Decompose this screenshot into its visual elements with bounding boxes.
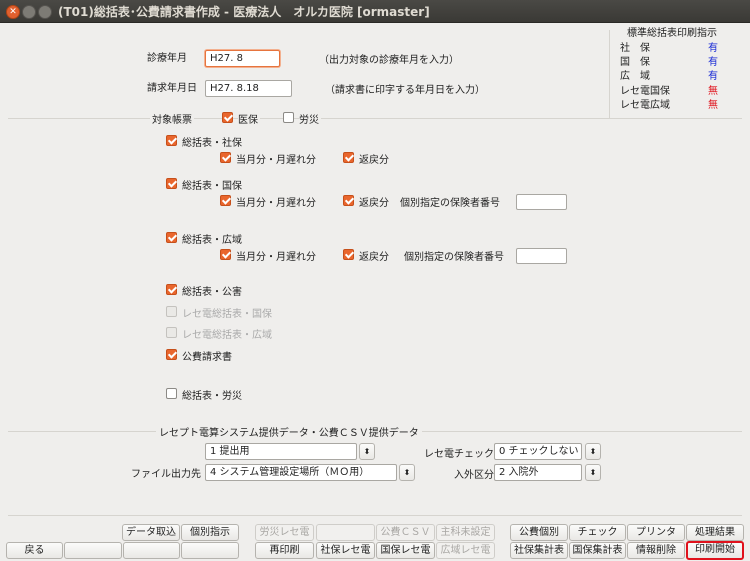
recheck-label: レセ電チェック (424, 449, 494, 460)
kokuho-rece-button[interactable]: 国保レセ電 (376, 542, 435, 559)
koiki-tougetsu-checkbox[interactable] (220, 249, 231, 260)
status-label-koiki: 広 域 (620, 71, 650, 82)
koiki-rece-button: 広域レセ電 (436, 542, 495, 559)
status-value-shaho: 有 (708, 43, 718, 54)
status-panel-title: 標準総括表印刷指示 (627, 28, 717, 39)
kouhi-kobetsu-button[interactable]: 公費個別 (510, 524, 568, 541)
kokuho-shukei-button[interactable]: 国保集計表 (569, 542, 626, 559)
divider-buttons (8, 515, 742, 516)
print-start-button[interactable]: 印刷開始 (686, 541, 744, 560)
close-icon[interactable]: ✕ (6, 5, 20, 19)
title-bar: ✕ (T01)総括表･公費請求書作成 - 医療法人 オルカ医院 [ormaste… (0, 0, 750, 23)
rousai-rece-button: 労災レセ電 (255, 524, 314, 541)
koiki-kobetsu-label: 個別指定の保険者番号 (404, 252, 504, 263)
rece-kokuho-label: レセ電総括表・国保 (182, 309, 272, 320)
nyugai-select[interactable]: 2 入院外 (494, 464, 582, 481)
blank-button-4[interactable] (181, 542, 239, 559)
shaho-tougetsu-label: 当月分・月遅れ分 (236, 155, 316, 166)
shaho-henrei-label: 返戻分 (359, 155, 389, 166)
koiki-tougetsu-label: 当月分・月遅れ分 (236, 252, 316, 263)
printer-button[interactable]: プリンタ (627, 524, 685, 541)
blank-button-3[interactable] (123, 542, 180, 559)
kokuho-tougetsu-checkbox[interactable] (220, 195, 231, 206)
status-value-rece-kokuho: 無 (708, 86, 718, 97)
koiki-checkbox[interactable] (166, 232, 177, 243)
koiki-henrei-checkbox[interactable] (343, 249, 354, 260)
kogai-checkbox[interactable] (166, 284, 177, 295)
shaho-rece-button[interactable]: 社保レセ電 (316, 542, 375, 559)
status-panel: 標準総括表印刷指示 社 保 有 国 保 有 広 域 有 レセ電国保 無 レセ電広… (610, 28, 742, 118)
data-import-button[interactable]: データ取込 (122, 524, 180, 541)
rosai-label: 労災 (299, 111, 321, 126)
nyugai-label: 入外区分 (454, 470, 494, 481)
file-spinner[interactable]: ⬍ (399, 464, 415, 481)
recheck-spinner[interactable]: ⬍ (585, 443, 601, 460)
status-value-koiki: 有 (708, 71, 718, 82)
koiki-label: 総括表・広域 (182, 235, 242, 246)
kokuho-kobetsu-input[interactable] (516, 194, 567, 210)
maximize-icon[interactable] (38, 5, 52, 19)
kouhi-checkbox[interactable] (166, 349, 177, 360)
kokuho-kobetsu-label: 個別指定の保険者番号 (400, 198, 500, 209)
shaho-checkbox[interactable] (166, 135, 177, 146)
minimize-icon[interactable] (22, 5, 36, 19)
shaho-label: 総括表・社保 (182, 138, 242, 149)
recheck-select[interactable]: 0 チェックしない (494, 443, 582, 460)
rece-koiki-label: レセ電総括表・広域 (182, 330, 272, 341)
blank-button-2[interactable] (64, 542, 122, 559)
iho-label: 医保 (238, 111, 260, 126)
shinryo-note: （出力対象の診療年月を入力） (319, 55, 459, 66)
rece-kokuho-checkbox (166, 306, 177, 317)
teikyo-spinner[interactable]: ⬍ (359, 443, 375, 460)
nyugai-spinner[interactable]: ⬍ (585, 464, 601, 481)
back-button[interactable]: 戻る (6, 542, 63, 559)
divider-top (8, 118, 742, 119)
status-value-rece-koiki: 無 (708, 100, 718, 111)
window-title: (T01)総括表･公費請求書作成 - 医療法人 オルカ医院 [ormaster] (58, 5, 430, 19)
kouhi-label: 公費請求書 (182, 352, 232, 363)
status-label-kokuho: 国 保 (620, 57, 650, 68)
status-label-rece-koiki: レセ電広域 (620, 100, 670, 111)
iho-checkbox[interactable] (222, 112, 233, 123)
kokuho-henrei-label: 返戻分 (359, 198, 389, 209)
status-label-shaho: 社 保 (620, 43, 650, 54)
kogai-label: 総括表・公害 (182, 287, 242, 298)
kokuho-henrei-checkbox[interactable] (343, 195, 354, 206)
main-ka-button: 主科未設定 (436, 524, 495, 541)
blank-button-1 (316, 524, 375, 541)
shinryo-input[interactable]: H27. 8 (205, 50, 280, 67)
shori-kekka-button[interactable]: 処理結果 (686, 524, 744, 541)
shaho-henrei-checkbox[interactable] (343, 152, 354, 163)
seikyu-note: （請求書に印字する年月日を入力） (325, 85, 485, 96)
info-delete-button[interactable]: 情報削除 (627, 542, 685, 559)
shinryo-label: 診療年月 (147, 53, 187, 64)
rosai-summary-label: 総括表・労災 (182, 391, 242, 402)
reprint-button[interactable]: 再印刷 (255, 542, 314, 559)
rosai-summary-checkbox[interactable] (166, 388, 177, 399)
rece-koiki-checkbox (166, 327, 177, 338)
csv-section-title: レセプト電算システム提供データ・公費ＣＳＶ提供データ (156, 424, 422, 439)
target-label: 対象帳票 (150, 111, 194, 126)
file-label: ファイル出力先 (131, 469, 201, 480)
kouhi-csv-button: 公費ＣＳＶ (376, 524, 435, 541)
kokuho-tougetsu-label: 当月分・月遅れ分 (236, 198, 316, 209)
seikyu-input[interactable]: H27. 8.18 (205, 80, 292, 97)
rosai-checkbox[interactable] (283, 112, 294, 123)
status-label-rece-kokuho: レセ電国保 (620, 86, 670, 97)
check-button[interactable]: チェック (569, 524, 626, 541)
shaho-tougetsu-checkbox[interactable] (220, 152, 231, 163)
shaho-shukei-button[interactable]: 社保集計表 (510, 542, 568, 559)
kokuho-label: 総括表・国保 (182, 181, 242, 192)
status-value-kokuho: 有 (708, 57, 718, 68)
file-select[interactable]: 4 システム管理設定場所（ＭＯ用） (205, 464, 397, 481)
kokuho-checkbox[interactable] (166, 178, 177, 189)
koiki-henrei-label: 返戻分 (359, 252, 389, 263)
kobetsu-shiji-button[interactable]: 個別指示 (181, 524, 239, 541)
teikyo-select[interactable]: 1 提出用 (205, 443, 357, 460)
koiki-kobetsu-input[interactable] (516, 248, 567, 264)
seikyu-label: 請求年月日 (147, 83, 197, 94)
